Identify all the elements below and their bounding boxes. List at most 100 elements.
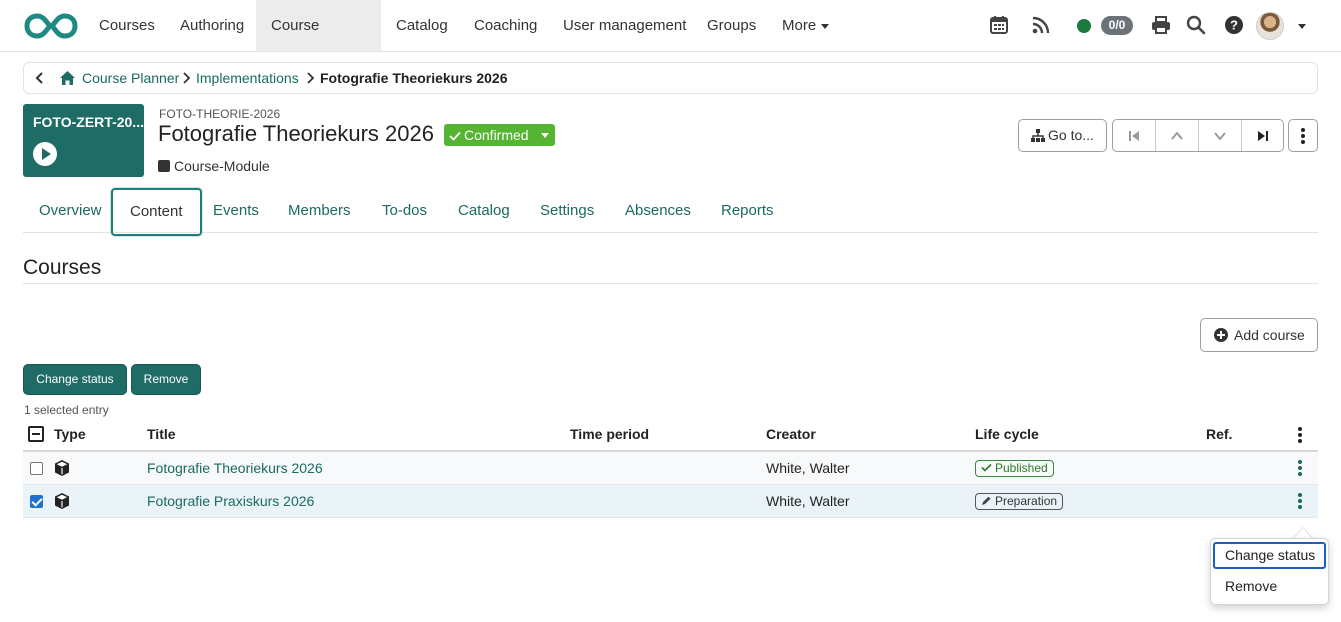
status-badge-label: Published (995, 461, 1048, 475)
table-row: Fotografie Praxiskurs 2026 White, Walter… (23, 485, 1318, 518)
next-button[interactable] (1199, 120, 1242, 151)
thumbnail-title: FOTO-ZERT-20... (33, 114, 144, 130)
add-course-button[interactable]: Add course (1200, 318, 1318, 352)
chevron-down-icon (821, 23, 830, 29)
column-settings-icon[interactable] (1298, 427, 1302, 443)
share-icon (158, 160, 170, 172)
status-badge-label: Preparation (995, 494, 1058, 508)
chevron-left-icon[interactable] (32, 70, 48, 86)
nav-courses[interactable]: Courses (84, 0, 170, 51)
column-time-period[interactable]: Time period (570, 426, 649, 442)
nav-course-planner[interactable]: Course Planner (256, 0, 381, 85)
tab-overview[interactable]: Overview (39, 188, 102, 233)
table-row: Fotografie Theoriekurs 2026 White, Walte… (23, 452, 1318, 485)
status-badge: Published (975, 460, 1054, 477)
chevron-right-icon (183, 72, 191, 84)
sitemap-icon (1031, 129, 1046, 142)
nav-user-management[interactable]: User management (548, 0, 701, 51)
chevron-up-icon (1171, 131, 1183, 140)
select-all-checkbox[interactable] (28, 426, 44, 442)
check-icon (981, 463, 992, 472)
tab-reports[interactable]: Reports (721, 188, 774, 233)
first-button[interactable] (1113, 120, 1156, 151)
rss-icon[interactable] (1030, 14, 1052, 36)
top-navigation: Courses Authoring Course Planner Catalog… (0, 0, 1341, 85)
row-actions-icon[interactable] (1298, 460, 1302, 476)
chevron-right-icon (307, 72, 315, 84)
openolat-logo[interactable] (24, 12, 78, 40)
home-icon[interactable] (59, 70, 76, 86)
course-type-label: Course-Module (174, 158, 270, 174)
nav-groups[interactable]: Groups (692, 0, 771, 51)
row-title-link[interactable]: Fotografie Theoriekurs 2026 (147, 452, 323, 484)
tab-absences[interactable]: Absences (625, 188, 691, 233)
step-backward-icon (1129, 131, 1139, 141)
previous-button[interactable] (1156, 120, 1199, 151)
nav-more[interactable]: More (767, 0, 844, 51)
nav-coaching[interactable]: Coaching (459, 0, 552, 51)
chevron-down-icon[interactable] (1298, 24, 1306, 29)
step-forward-icon (1258, 131, 1268, 141)
column-type[interactable]: Type (54, 426, 86, 442)
goto-label: Go to... (1048, 127, 1094, 143)
breadcrumb-course-planner[interactable]: Course Planner (82, 63, 179, 93)
menu-item-remove[interactable]: Remove (1213, 573, 1326, 600)
course-thumbnail[interactable]: FOTO-ZERT-20... (23, 104, 144, 177)
status-dropdown[interactable]: Confirmed (444, 124, 555, 146)
nav-catalog[interactable]: Catalog (381, 0, 463, 51)
page-title: Fotografie Theoriekurs 2026 (158, 121, 434, 146)
row-actions-menu: Change status Remove (1210, 538, 1329, 605)
column-ref[interactable]: Ref. (1206, 426, 1232, 442)
status-label: Confirmed (464, 127, 529, 143)
tab-members[interactable]: Members (288, 188, 351, 233)
record-navigation (1112, 119, 1284, 152)
section-title: Courses (23, 256, 102, 279)
plus-circle-icon (1214, 328, 1228, 342)
last-button[interactable] (1242, 120, 1283, 151)
tab-catalog[interactable]: Catalog (458, 188, 510, 233)
row-checkbox[interactable] (30, 495, 43, 508)
calendar-icon[interactable] (988, 14, 1010, 36)
nav-more-label: More (782, 17, 817, 34)
selection-count: 1 selected entry (24, 403, 109, 417)
breadcrumb-implementations[interactable]: Implementations (196, 63, 299, 93)
add-course-label: Add course (1234, 327, 1305, 343)
chevron-down-icon (1214, 132, 1226, 141)
nav-authoring[interactable]: Authoring (165, 0, 259, 51)
tab-content[interactable]: Content (111, 188, 202, 236)
breadcrumb-current: Fotografie Theoriekurs 2026 (320, 70, 508, 86)
column-title[interactable]: Title (147, 426, 176, 442)
check-icon (449, 131, 461, 141)
change-status-button[interactable]: Change status (23, 364, 127, 395)
row-title-link[interactable]: Fotografie Praxiskurs 2026 (147, 485, 314, 517)
row-checkbox[interactable] (30, 462, 43, 475)
svg-text:?: ? (1230, 18, 1238, 33)
row-creator: White, Walter (766, 460, 850, 476)
pencil-icon (982, 496, 991, 505)
tab-settings[interactable]: Settings (540, 188, 594, 233)
row-actions-icon[interactable] (1298, 493, 1302, 509)
chevron-down-icon (541, 133, 549, 138)
print-icon[interactable] (1150, 14, 1172, 36)
kebab-icon (1301, 128, 1305, 144)
menu-item-change-status[interactable]: Change status (1213, 542, 1326, 569)
column-life-cycle[interactable]: Life cycle (975, 426, 1039, 442)
play-icon[interactable] (33, 142, 57, 166)
search-icon[interactable] (1185, 14, 1207, 36)
tab-events[interactable]: Events (213, 188, 259, 233)
course-icon (55, 460, 69, 476)
tab-todos[interactable]: To-dos (382, 188, 427, 233)
remove-button[interactable]: Remove (131, 364, 201, 395)
breadcrumb: Course Planner Implementations Fotografi… (23, 62, 1318, 94)
divider (23, 283, 1318, 284)
column-creator[interactable]: Creator (766, 426, 816, 442)
more-actions-button[interactable] (1288, 119, 1318, 152)
help-icon[interactable]: ? (1223, 14, 1245, 36)
goto-button[interactable]: Go to... (1018, 119, 1107, 152)
external-reference: FOTO-THEORIE-2026 (159, 107, 281, 121)
avatar[interactable] (1256, 12, 1284, 40)
course-type: Course-Module (158, 158, 270, 174)
notification-badge[interactable]: 0/0 (1101, 16, 1133, 35)
online-status-icon[interactable] (1077, 19, 1091, 33)
status-badge: Preparation (975, 493, 1064, 510)
